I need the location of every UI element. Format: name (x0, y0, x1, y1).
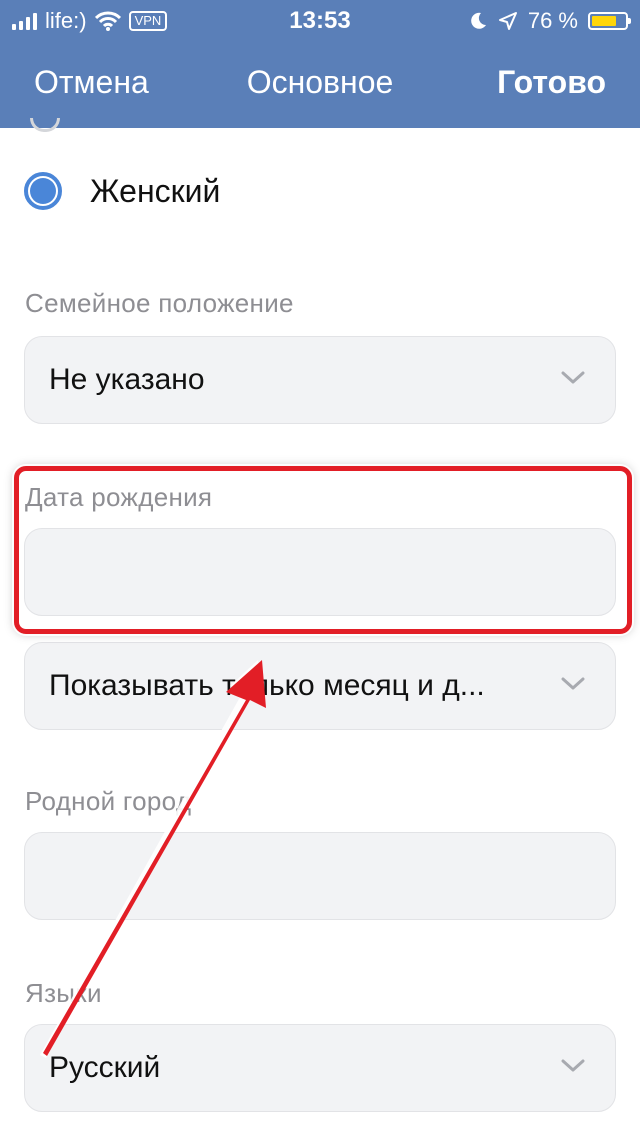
languages-value: Русский (49, 1051, 161, 1084)
languages-label: Языки (25, 978, 102, 1008)
birth-date-visibility-value: Показывать только месяц и д... (49, 669, 485, 702)
location-arrow-icon (498, 12, 517, 30)
chevron-down-icon (561, 371, 585, 384)
battery-percent: 76 % (527, 8, 578, 33)
chevron-down-icon (561, 1059, 585, 1072)
marital-status-select[interactable]: Не указано (24, 336, 616, 424)
home-city-field[interactable] (24, 832, 616, 920)
chevron-down-icon (561, 677, 585, 690)
marital-status-value: Не указано (49, 363, 205, 396)
battery-icon (588, 12, 631, 30)
status-bar: life:) VPN 13:53 76 % (0, 0, 640, 42)
gender-option-female[interactable]: Женский (24, 172, 220, 210)
navigation-bar: Отмена Основное Готово (0, 62, 640, 106)
radio-selected-icon[interactable] (24, 172, 62, 210)
birth-date-visibility-select[interactable]: Показывать только месяц и д... (24, 642, 616, 730)
annotation-highlight-box (14, 466, 632, 634)
languages-select[interactable]: Русский (24, 1024, 616, 1112)
top-bar: life:) VPN 13:53 76 % Отмена Основное Го… (0, 0, 640, 128)
gender-option-label: Женский (90, 172, 221, 209)
home-city-label: Родной город (25, 786, 192, 816)
done-button[interactable]: Готово (497, 64, 606, 101)
battery-fill (592, 16, 617, 26)
previous-radio-partial[interactable] (30, 118, 60, 132)
marital-status-label: Семейное положение (25, 288, 294, 318)
moon-icon (471, 12, 486, 29)
